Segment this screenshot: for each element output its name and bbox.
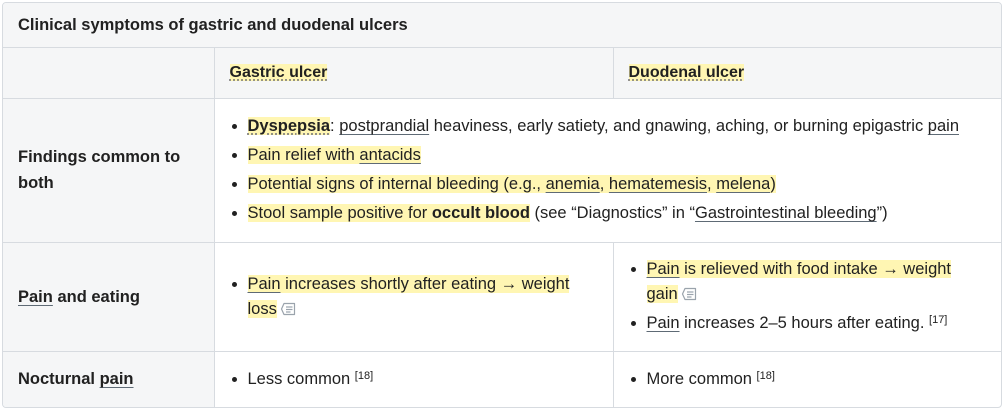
hematemesis-link[interactable]: hematemesis <box>608 175 708 193</box>
header-gastric-ulcer[interactable]: Gastric ulcer <box>229 63 328 81</box>
row-label-nocturnal-pain: Nocturnal pain <box>3 350 214 407</box>
symptom-table: Clinical symptoms of gastric and duodena… <box>2 2 1002 408</box>
duodenal-pain-link-2[interactable]: Pain <box>647 314 680 332</box>
list-item-more-common: More common [18] <box>647 367 987 392</box>
note-icon[interactable] <box>681 287 697 301</box>
duodenal-nocturnal-list: More common [18] <box>629 367 987 392</box>
list-item-gastric-pain-increases: Pain increases shortly after eating → we… <box>247 272 598 322</box>
header-duodenal-ulcer[interactable]: Duodenal ulcer <box>628 63 745 81</box>
antacids-link[interactable]: antacids <box>359 146 421 164</box>
pain-label-link[interactable]: Pain <box>18 288 53 306</box>
nocturnal-pain-link[interactable]: pain <box>100 370 134 388</box>
table-row-nocturnal-pain: Nocturnal pain Less common [18] More com… <box>3 350 1001 407</box>
pain-link[interactable]: pain <box>928 117 959 135</box>
table-row-pain-and-eating: Pain and eating Pain increases shortly a… <box>3 241 1001 351</box>
list-item-occult-blood: Stool sample positive for occult blood (… <box>247 201 987 226</box>
dyspepsia-term[interactable]: Dyspepsia <box>247 117 331 135</box>
gastric-pain-link[interactable]: Pain <box>247 274 281 293</box>
table-row-findings-common: Findings common to both Dyspepsia: postp… <box>3 97 1001 242</box>
occult-blood-term: occult blood <box>431 204 530 222</box>
duodenal-nocturnal-cell: More common [18] <box>612 350 1001 407</box>
duodenal-pain-link[interactable]: Pain <box>646 260 680 278</box>
anemia-link[interactable]: anemia <box>545 175 600 193</box>
gastric-nocturnal-list: Less common [18] <box>230 367 598 392</box>
melena-link[interactable]: melena <box>716 175 771 193</box>
duodenal-pain-eating-cell: Pain is relieved with food intake → weig… <box>612 241 1001 351</box>
gastrointestinal-bleeding-link[interactable]: Gastrointestinal bleeding <box>695 204 877 222</box>
list-item-antacids: Pain relief with antacids <box>247 143 987 168</box>
gastric-pain-eating-cell: Pain increases shortly after eating → we… <box>213 241 613 351</box>
table-body: Gastric ulcer Duodenal ulcer Findings co… <box>3 48 1001 407</box>
reference-18[interactable]: [18] <box>355 370 373 382</box>
note-icon[interactable] <box>280 302 296 316</box>
reference-18[interactable]: [18] <box>757 370 775 382</box>
row-label-pain-and-eating: Pain and eating <box>3 241 214 351</box>
reference-17[interactable]: [17] <box>929 314 947 326</box>
header-empty-cell <box>3 48 214 98</box>
gastric-pain-eating-list: Pain increases shortly after eating → we… <box>230 272 598 322</box>
header-row: Gastric ulcer Duodenal ulcer <box>3 48 1001 98</box>
postprandial-link[interactable]: postprandial <box>339 117 429 135</box>
list-item-duodenal-pain-relieved: Pain is relieved with food intake → weig… <box>646 257 987 307</box>
list-item-duodenal-pain-increases: Pain increases 2–5 hours after eating. [… <box>647 311 987 336</box>
gastric-nocturnal-cell: Less common [18] <box>213 350 613 407</box>
list-item-dyspepsia: Dyspepsia: postprandial heaviness, early… <box>247 114 987 139</box>
list-item-less-common: Less common [18] <box>248 367 598 392</box>
table-caption: Clinical symptoms of gastric and duodena… <box>3 3 1001 48</box>
findings-common-list: Dyspepsia: postprandial heaviness, early… <box>230 114 987 226</box>
findings-common-cell: Dyspepsia: postprandial heaviness, early… <box>213 97 1001 242</box>
row-label-findings-common: Findings common to both <box>3 97 214 242</box>
header-duodenal-cell: Duodenal ulcer <box>612 48 1001 98</box>
duodenal-pain-eating-list: Pain is relieved with food intake → weig… <box>629 257 987 336</box>
list-item-internal-bleeding: Potential signs of internal bleeding (e.… <box>247 172 987 197</box>
header-gastric-cell: Gastric ulcer <box>213 48 613 98</box>
